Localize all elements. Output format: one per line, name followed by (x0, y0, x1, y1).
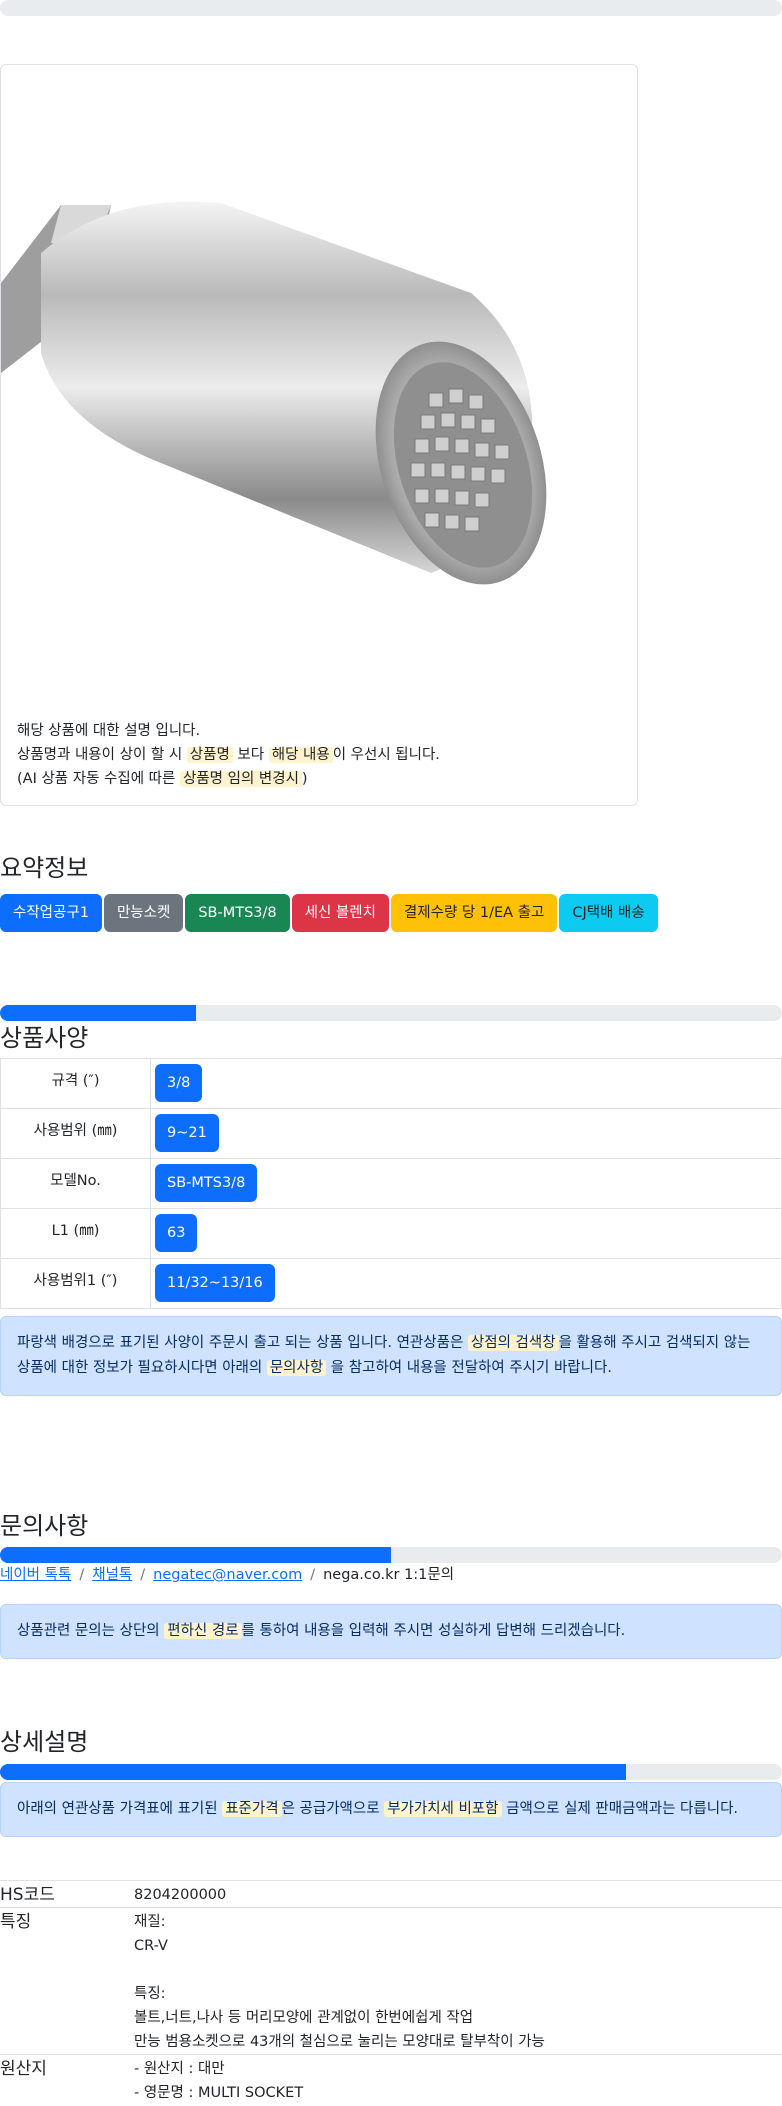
spec-title: 상품사양 (0, 1024, 89, 1052)
highlight-product-name: 상품명 (186, 747, 233, 763)
detail-row: 원산지 - 원산지 : 대만 - 영문명 : MULTI SOCKET (0, 2054, 782, 2105)
detail-row: 특징 재질: CR-V 특징: 볼트,너트,나사 등 머리모양에 관계없이 한번에… (0, 1907, 782, 2054)
highlight-store-search: 상점의 검색창 (467, 1335, 559, 1351)
summary-tag: 만능소켓 (103, 894, 184, 932)
spec-key: L1 (㎜) (0, 1208, 151, 1259)
spec-value-badge: SB-MTS3/8 (155, 1164, 258, 1202)
detail-key: 특징 (0, 1912, 32, 1932)
spec-value-badge: 11/32~13/16 (155, 1264, 275, 1302)
summary-tag: CJ택배 배송 (559, 894, 658, 932)
highlight-name-change: 상품명 임의 변경시 (179, 771, 302, 787)
inquiry-progress-fill (0, 1547, 391, 1563)
detail-progress-fill (0, 1764, 626, 1780)
spec-value-badge: 9~21 (155, 1114, 219, 1152)
spec-row: L1 (㎜) 63 (0, 1208, 782, 1259)
highlight-inquiry: 문의사항 (266, 1360, 327, 1376)
spec-notice: 파랑색 배경으로 표기된 사양이 주문시 출고 되는 상품 입니다. 연관상품은… (0, 1316, 782, 1396)
detail-notice: 아래의 연관상품 가격표에 표기된 표준가격 은 공급가액으로 부가가치세 비포함… (0, 1782, 782, 1837)
spec-key: 모델No. (0, 1158, 151, 1209)
spec-row: 모델No. SB-MTS3/8 (0, 1158, 782, 1209)
product-description: 해당 상품에 대한 설명 입니다. 상품명과 내용이 상이 할 시 상품명 보다… (17, 723, 440, 787)
summary-tags: 수작업공구1 만능소켓 SB-MTS3/8 세신 볼렌치 결제수량 당 1/EA 출고 C… (0, 894, 658, 932)
summary-tag: SB-MTS3/8 (185, 894, 290, 932)
spec-value-badge: 3/8 (155, 1064, 203, 1102)
detail-info-table: HS코드 8204200000 특징 재질: CR-V 특징: 볼트,너트,나사 등 … (0, 1880, 782, 2105)
summary-tag: 수작업공구1 (0, 894, 102, 932)
detail-key: HS코드 (0, 1885, 55, 1905)
detail-row: HS코드 8204200000 (0, 1880, 782, 1907)
spec-key: 사용범위1 (″) (0, 1258, 151, 1309)
highlight-standard-price: 표준가격 (222, 1801, 282, 1817)
top-progress-bar (0, 0, 782, 16)
detail-value: 8204200000 (134, 1887, 227, 1903)
spec-table: 규격 (″) 3/8 사용범위 (㎜) 9~21 모델No. SB-MTS3/8 L1 (㎜… (0, 1058, 782, 1309)
detail-title: 상세설명 (0, 1728, 89, 1756)
inquiry-title: 문의사항 (0, 1512, 89, 1540)
highlight-content: 해당 내용 (268, 747, 333, 763)
contact-links: 네이버 톡톡 / 채널톡 / negatec@naver.com / nega.co.kr … (0, 1567, 455, 1583)
summary-title: 요약정보 (0, 854, 89, 882)
spec-key: 규격 (″) (0, 1058, 151, 1109)
product-card: 해당 상품에 대한 설명 입니다. 상품명과 내용이 상이 할 시 상품명 보다… (0, 64, 638, 806)
spec-progress-bar (0, 1005, 782, 1021)
detail-value: - 원산지 : 대만 - 영문명 : MULTI SOCKET (134, 2061, 304, 2101)
detail-value: 재질: CR-V 특징: 볼트,너트,나사 등 머리모양에 관계없이 한번에쉽게… (134, 1914, 545, 2050)
inquiry-progress-bar (0, 1547, 782, 1563)
detail-progress-bar (0, 1764, 782, 1780)
highlight-vat-excluded: 부가가치세 비포함 (384, 1801, 502, 1817)
spec-key: 사용범위 (㎜) (0, 1108, 151, 1159)
highlight-convenient-route: 편하신 경로 (164, 1623, 242, 1639)
spec-row: 사용범위 (㎜) 9~21 (0, 1108, 782, 1159)
channel-talk-link[interactable]: 채널톡 (92, 1567, 132, 1583)
product-image (1, 201, 547, 585)
spec-value-badge: 63 (155, 1214, 198, 1252)
spec-row: 사용범위1 (″) 11/32~13/16 (0, 1258, 782, 1309)
summary-tag: 결제수량 당 1/EA 출고 (390, 894, 558, 932)
naver-talk-link[interactable]: 네이버 톡톡 (0, 1567, 71, 1583)
website-inquiry-text: nega.co.kr 1:1문의 (323, 1567, 455, 1583)
inquiry-notice: 상품관련 문의는 상단의 편하신 경로 를 통하여 내용을 입력해 주시면 성실하… (0, 1604, 782, 1659)
spec-row: 규격 (″) 3/8 (0, 1058, 782, 1109)
email-link[interactable]: negatec@naver.com (153, 1567, 302, 1583)
summary-tag: 세신 볼렌치 (291, 894, 389, 932)
detail-key: 원산지 (0, 2059, 47, 2079)
